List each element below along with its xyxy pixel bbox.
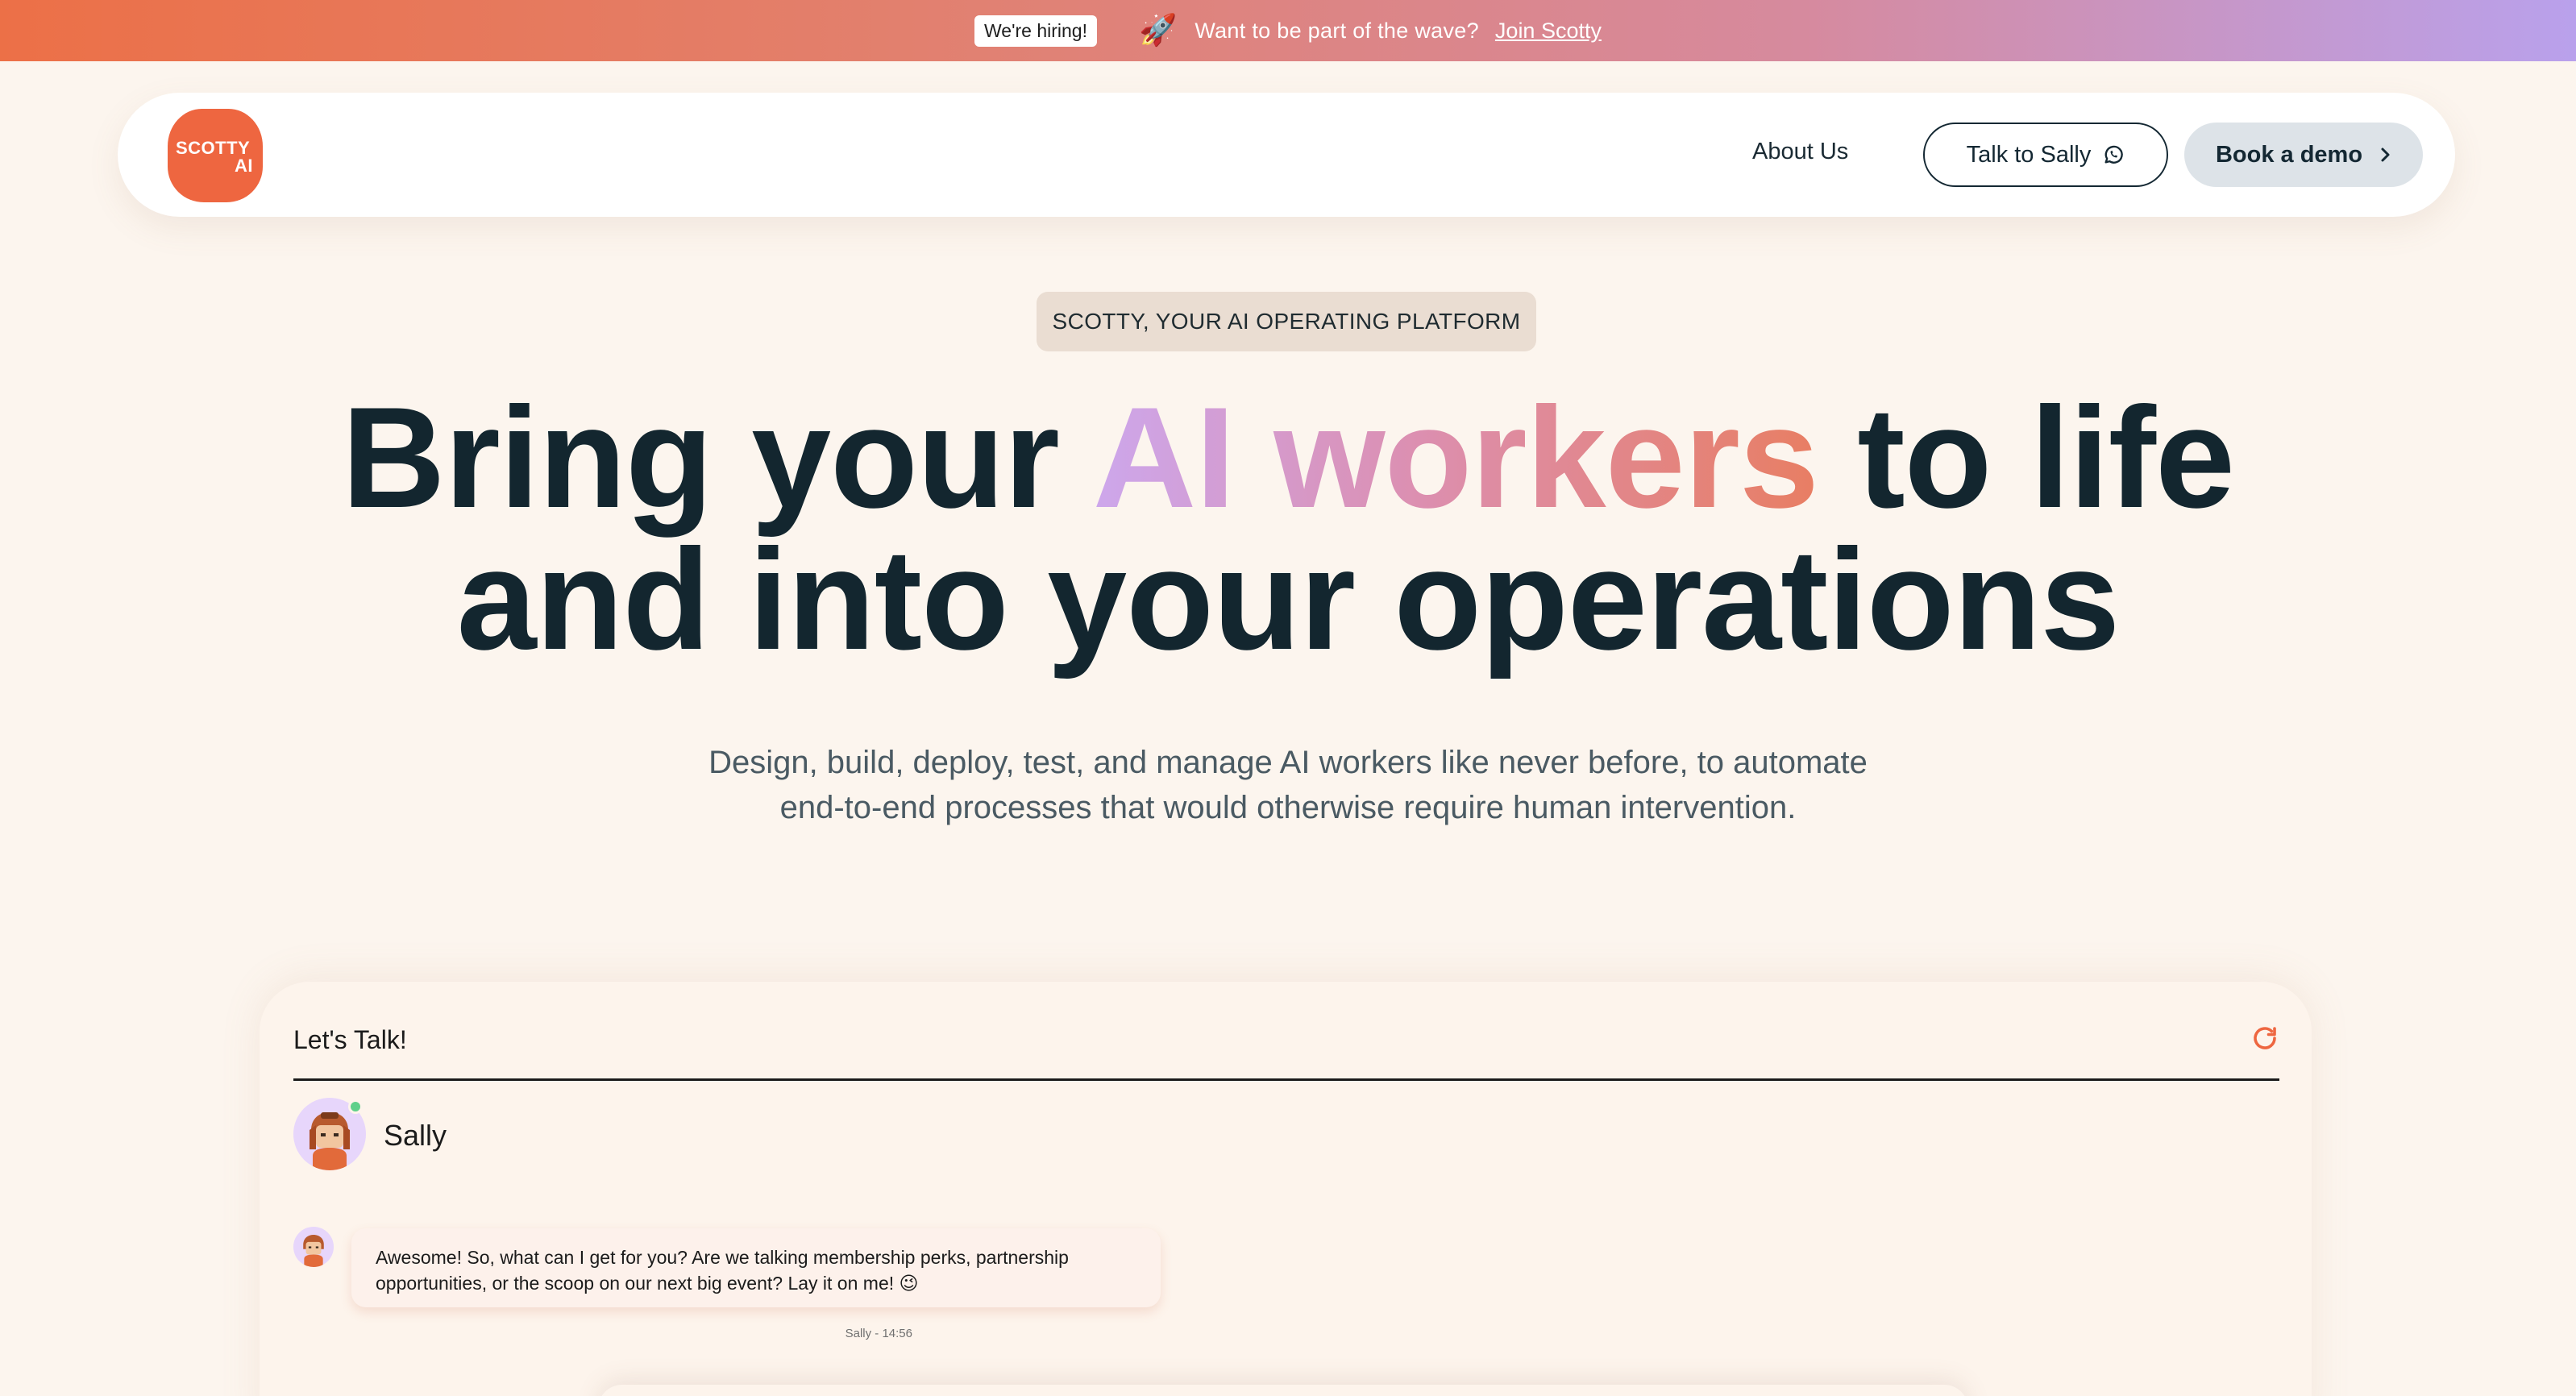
chat-input-area[interactable] <box>598 1385 1968 1396</box>
refresh-icon[interactable] <box>2250 1024 2279 1053</box>
hero-title-highlight: AI workers <box>1092 377 1819 538</box>
nav-about-us-link[interactable]: About Us <box>1752 139 1848 165</box>
hero-title-line2: and into your operations <box>456 519 2121 679</box>
hero-title-start: Bring your <box>341 377 1093 538</box>
message-meta: Sally - 14:56 <box>845 1327 912 1340</box>
hero-title-end: to life <box>1818 377 2235 538</box>
whatsapp-icon <box>2102 143 2125 166</box>
chat-divider <box>293 1078 2279 1081</box>
rocket-icon: 🚀 <box>1138 14 1178 48</box>
hero-subtitle-line2: end-to-end processes that would otherwis… <box>779 790 1797 825</box>
hero-title: Bring your AI workers to life and into y… <box>0 386 2576 671</box>
talk-to-sally-label: Talk to Sally <box>1966 141 2092 168</box>
logo-text-line1: SCOTTY <box>176 138 251 158</box>
message-avatar <box>293 1227 334 1267</box>
book-demo-button[interactable]: Book a demo <box>2184 123 2423 187</box>
agent-name: Sally <box>384 1119 447 1152</box>
promo-banner: We're hiring! 🚀 Want to be part of the w… <box>0 0 2576 61</box>
chat-message-bubble: Awesome! So, what can I get for you? Are… <box>351 1228 1161 1307</box>
hero-subtitle-line1: Design, build, deploy, test, and manage … <box>708 745 1868 780</box>
promo-text: Want to be part of the wave? <box>1195 18 1479 43</box>
hero-subtitle: Design, build, deploy, test, and manage … <box>563 740 2013 830</box>
message-text-line2: opportunities, or the scoop on our next … <box>376 1273 919 1294</box>
hero-eyebrow-tag: SCOTTY, YOUR AI OPERATING PLATFORM <box>1037 292 1536 351</box>
chevron-right-icon <box>2379 146 2391 164</box>
chat-widget: Let's Talk! Sally Awesome! So, what can … <box>260 982 2312 1396</box>
talk-to-sally-button[interactable]: Talk to Sally <box>1923 123 2168 187</box>
join-scotty-link[interactable]: Join Scotty <box>1495 19 1602 44</box>
logo-text-line2: AI <box>235 156 253 176</box>
book-demo-label: Book a demo <box>2215 141 2363 168</box>
scotty-logo[interactable]: SCOTTY AI <box>168 109 263 202</box>
message-text-line1: Awesome! So, what can I get for you? Are… <box>376 1247 1069 1268</box>
hiring-badge: We're hiring! <box>974 15 1097 47</box>
chat-title: Let's Talk! <box>293 1025 407 1054</box>
top-navigation: SCOTTY AI About Us Talk to Sally Book a … <box>118 93 2455 217</box>
online-status-indicator <box>348 1099 363 1114</box>
